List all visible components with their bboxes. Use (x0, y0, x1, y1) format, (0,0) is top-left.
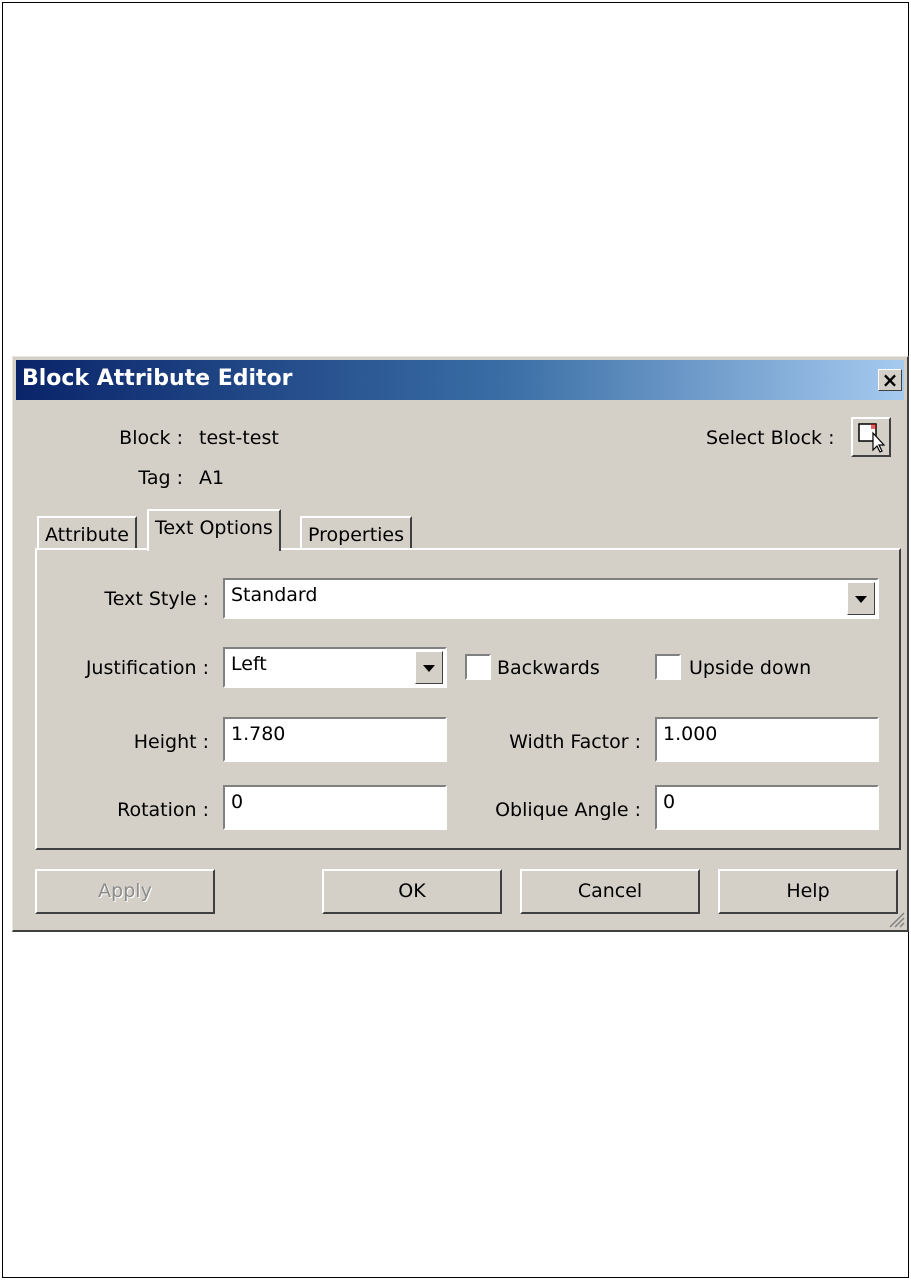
oblique-angle-value: 0 (663, 791, 676, 813)
close-button[interactable]: × (878, 369, 902, 391)
width-factor-label: Width Factor : (509, 731, 641, 753)
help-button[interactable]: Help (718, 869, 898, 914)
width-factor-input[interactable]: 1.000 (655, 717, 879, 762)
upside-down-label[interactable]: Upside down (689, 657, 811, 679)
block-label: Block : (119, 427, 183, 449)
height-label: Height : (133, 731, 209, 753)
block-attribute-editor-dialog: Block Attribute Editor × Block : test-te… (12, 356, 909, 932)
tab-text-options[interactable]: Text Options (147, 509, 281, 551)
select-block-label: Select Block : (706, 427, 835, 449)
tab-attribute-label: Attribute (45, 524, 129, 546)
text-style-value: Standard (231, 584, 318, 606)
tab-attribute[interactable]: Attribute (37, 516, 137, 550)
backwards-label[interactable]: Backwards (497, 657, 600, 679)
dialog-title: Block Attribute Editor (22, 366, 293, 391)
ok-button[interactable]: OK (322, 869, 502, 914)
block-value: test-test (199, 427, 279, 449)
title-bar[interactable]: Block Attribute Editor × (16, 360, 904, 400)
chevron-down-icon[interactable] (847, 582, 875, 615)
oblique-angle-label: Oblique Angle : (495, 799, 641, 821)
text-style-dropdown[interactable]: Standard (223, 578, 879, 619)
select-block-button[interactable] (851, 417, 891, 457)
justification-value: Left (231, 653, 267, 675)
text-style-label: Text Style : (104, 588, 209, 610)
upside-down-checkbox[interactable] (655, 654, 681, 680)
tab-properties-label: Properties (308, 524, 405, 546)
cancel-button[interactable]: Cancel (520, 869, 700, 914)
resize-grip-icon[interactable] (887, 910, 905, 928)
tag-value: A1 (199, 467, 225, 489)
backwards-checkbox[interactable] (465, 654, 491, 680)
apply-button[interactable]: Apply (35, 869, 215, 914)
rotation-value: 0 (231, 791, 244, 813)
width-factor-value: 1.000 (663, 723, 718, 745)
tab-text-options-label: Text Options (155, 517, 273, 539)
tab-properties[interactable]: Properties (300, 516, 413, 550)
height-input[interactable]: 1.780 (223, 717, 447, 762)
height-value: 1.780 (231, 723, 286, 745)
oblique-angle-input[interactable]: 0 (655, 785, 879, 830)
close-icon: × (881, 368, 899, 392)
select-block-icon (858, 423, 886, 453)
rotation-input[interactable]: 0 (223, 785, 447, 830)
justification-label: Justification : (85, 657, 209, 679)
tag-label: Tag : (138, 467, 183, 489)
rotation-label: Rotation : (117, 799, 209, 821)
justification-dropdown[interactable]: Left (223, 647, 447, 688)
chevron-down-icon[interactable] (415, 651, 443, 684)
